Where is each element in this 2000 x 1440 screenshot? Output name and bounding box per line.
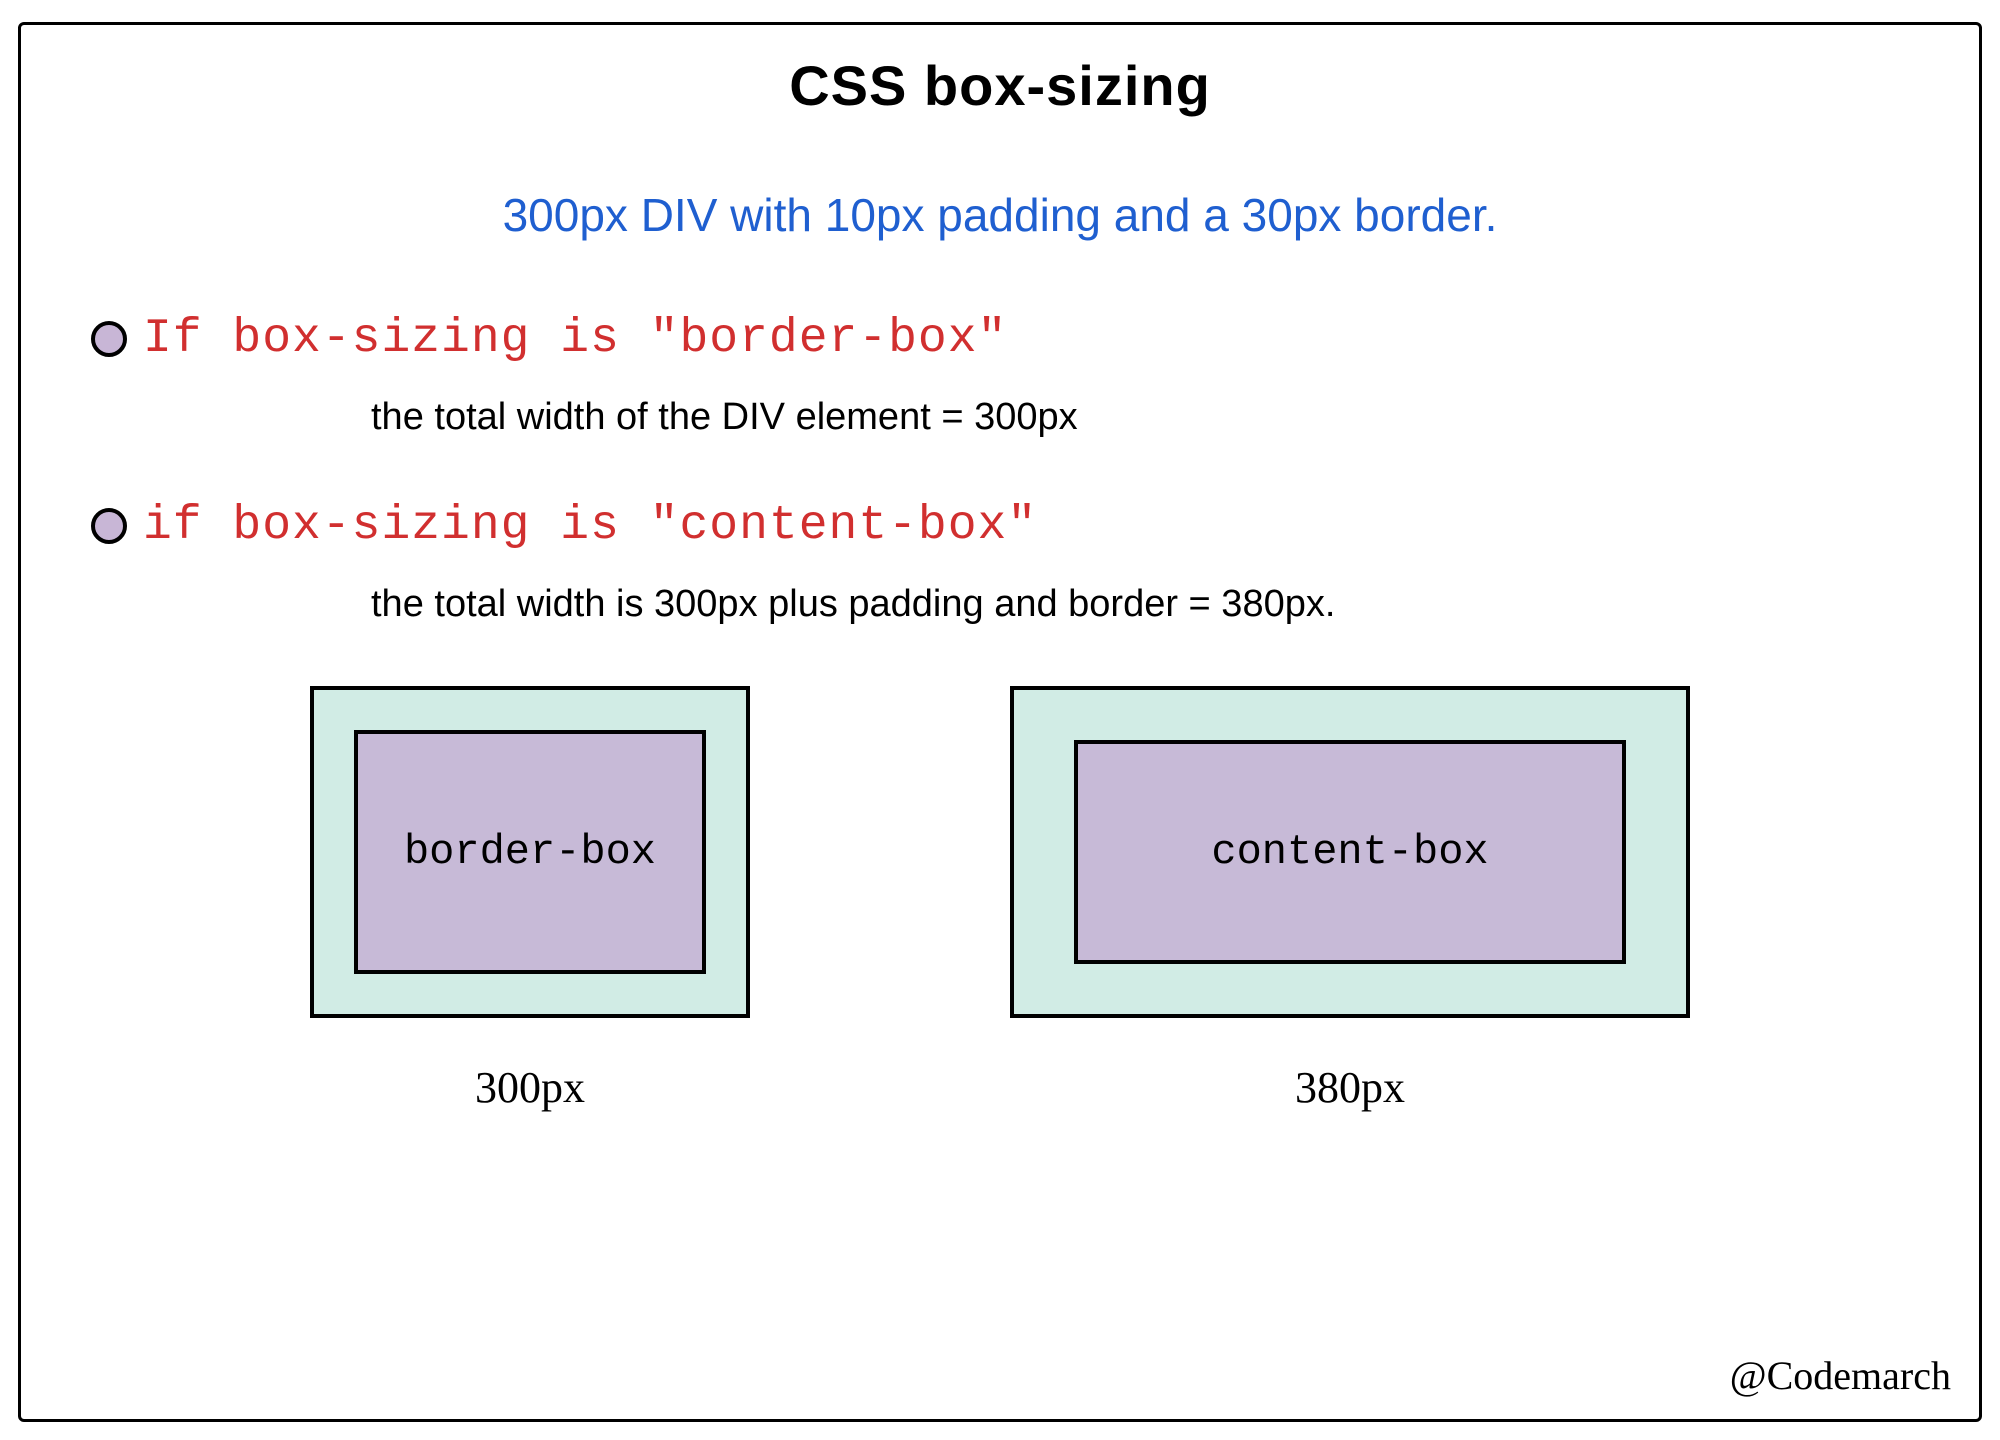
author-credit: @Codemarch <box>1730 1352 1951 1399</box>
content-area: border-box <box>354 730 706 974</box>
bullet-body: the total width of the DIV element = 300… <box>371 396 1909 439</box>
bullet-heading: if box-sizing is "content-box" <box>143 499 1037 553</box>
border-area: content-box <box>1010 686 1690 1018</box>
box-label: border-box <box>404 828 656 876</box>
circle-bullet-icon <box>91 508 127 544</box>
box-caption: 300px <box>475 1062 585 1113</box>
box-label: content-box <box>1211 828 1488 876</box>
border-box-example: border-box 300px <box>310 686 750 1113</box>
bullet-content-box: if box-sizing is "content-box" <box>91 499 1909 553</box>
bullet-body: the total width is 300px plus padding an… <box>371 583 1909 626</box>
bullet-border-box: If box-sizing is "border-box" <box>91 312 1909 366</box>
box-diagram-row: border-box 300px content-box 380px <box>21 686 1979 1113</box>
bullet-heading: If box-sizing is "border-box" <box>143 312 1007 366</box>
box-caption: 380px <box>1295 1062 1405 1113</box>
border-area: border-box <box>310 686 750 1018</box>
bullet-list: If box-sizing is "border-box" the total … <box>21 312 1979 626</box>
diagram-card: CSS box-sizing 300px DIV with 10px paddi… <box>18 22 1982 1422</box>
subtitle: 300px DIV with 10px padding and a 30px b… <box>21 188 1979 242</box>
circle-bullet-icon <box>91 321 127 357</box>
content-box-example: content-box 380px <box>1010 686 1690 1113</box>
page-title: CSS box-sizing <box>21 53 1979 118</box>
content-area: content-box <box>1074 740 1626 964</box>
